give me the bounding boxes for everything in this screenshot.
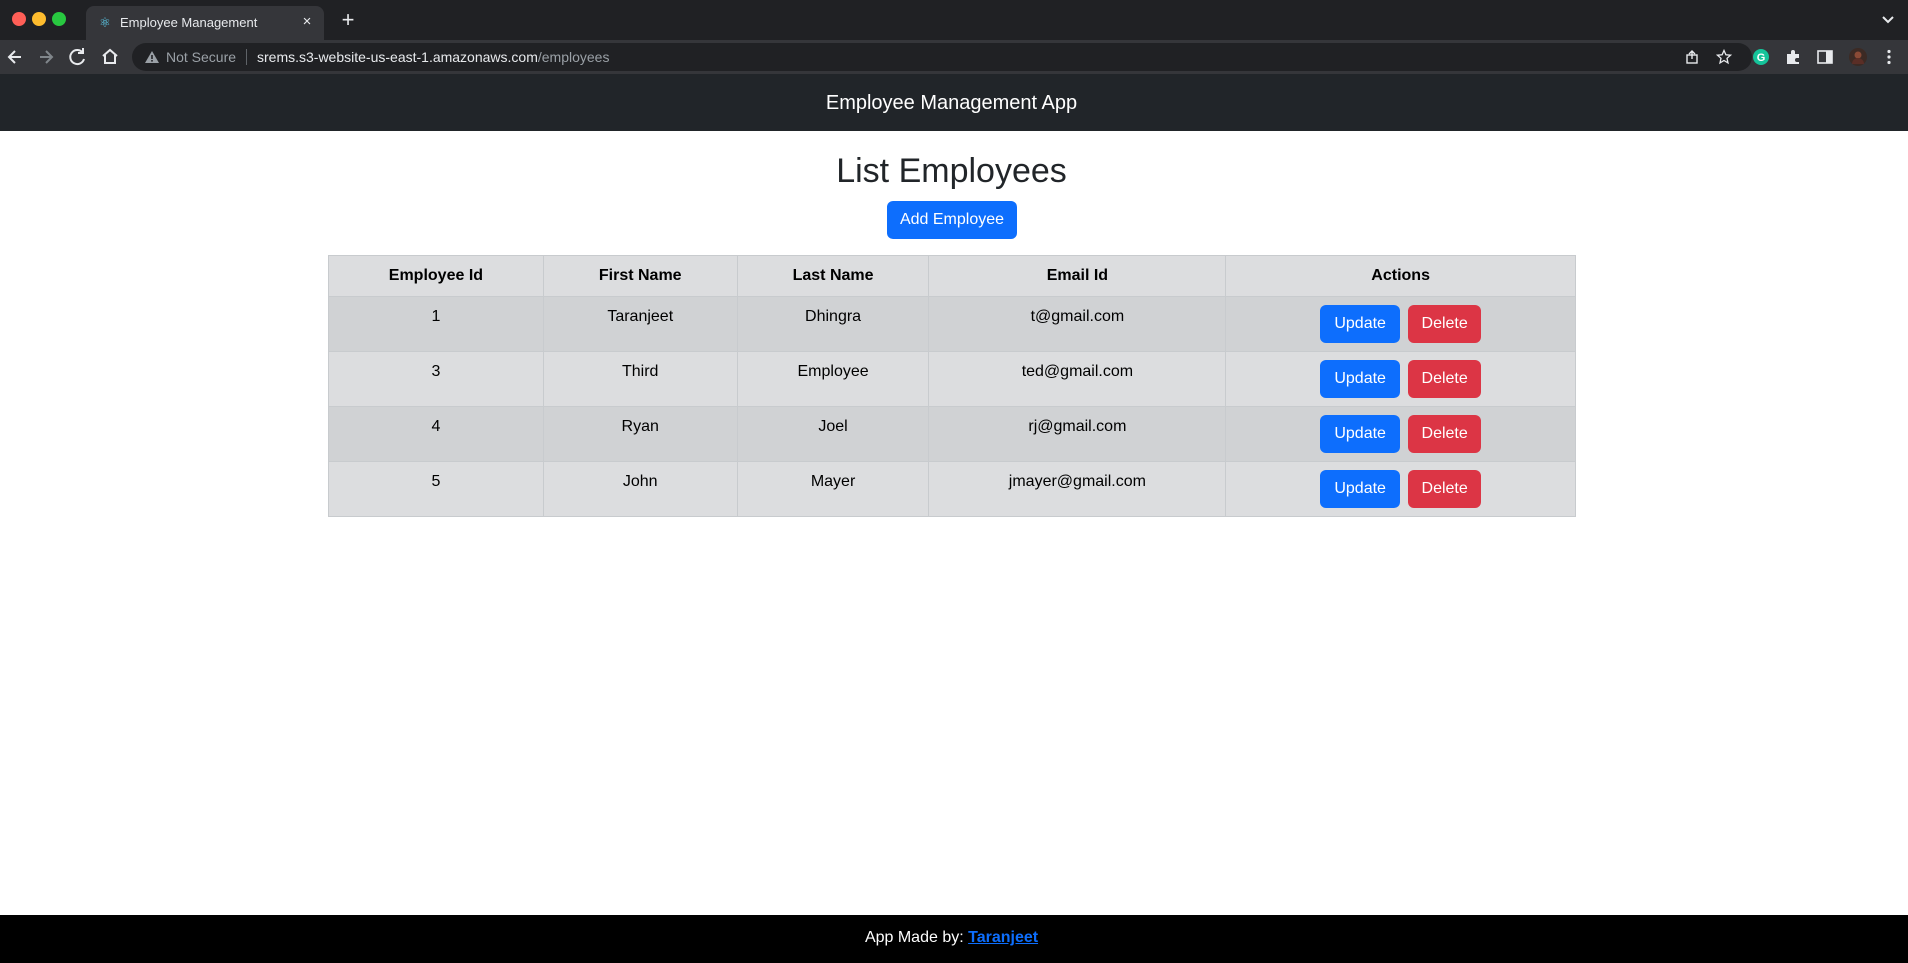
actions-cell: Update Delete bbox=[1225, 406, 1576, 462]
actions-cell: Update Delete bbox=[1225, 351, 1576, 407]
warning-icon[interactable] bbox=[144, 50, 160, 64]
delete-button[interactable]: Delete bbox=[1408, 360, 1482, 398]
kebab-menu-icon[interactable] bbox=[1880, 48, 1898, 66]
employee-id-cell: 4 bbox=[328, 406, 544, 462]
svg-text:G: G bbox=[1757, 52, 1766, 64]
table-row: 5 John Mayer jmayer@gmail.com Update Dele… bbox=[328, 461, 1576, 517]
extensions-icon[interactable] bbox=[1784, 48, 1802, 66]
employee-id-cell: 5 bbox=[328, 461, 544, 517]
not-secure-label[interactable]: Not Secure bbox=[166, 49, 236, 65]
maximize-window-button[interactable] bbox=[52, 12, 66, 26]
first-name-cell: Third bbox=[542, 351, 738, 407]
forward-arrow-icon[interactable] bbox=[33, 44, 59, 70]
home-icon[interactable] bbox=[97, 44, 123, 70]
employee-id-cell: 1 bbox=[328, 296, 544, 352]
email-cell: jmayer@gmail.com bbox=[928, 461, 1227, 517]
column-header-email-id: Email Id bbox=[928, 255, 1227, 297]
update-button[interactable]: Update bbox=[1320, 415, 1401, 453]
back-arrow-icon[interactable] bbox=[2, 44, 28, 70]
url-text[interactable]: srems.s3-website-us-east-1.amazonaws.com… bbox=[257, 49, 609, 65]
delete-button[interactable]: Delete bbox=[1408, 305, 1482, 343]
close-window-button[interactable] bbox=[12, 12, 26, 26]
first-name-cell: Ryan bbox=[542, 406, 738, 462]
url-host: srems.s3-website-us-east-1.amazonaws.com bbox=[257, 49, 538, 65]
update-button[interactable]: Update bbox=[1320, 305, 1401, 343]
first-name-cell: John bbox=[542, 461, 738, 517]
browser-titlebar: ⚛ Employee Management × + bbox=[0, 0, 1908, 40]
column-header-last-name: Last Name bbox=[736, 255, 930, 297]
address-divider bbox=[246, 49, 247, 65]
browser-tab[interactable]: ⚛ Employee Management × bbox=[86, 6, 324, 40]
table-row: 3 Third Employee ted@gmail.com Update Del… bbox=[328, 351, 1576, 407]
column-header-first-name: First Name bbox=[542, 255, 738, 297]
table-header-row: Employee Id First Name Last Name Email I… bbox=[328, 255, 1576, 297]
app-footer: App Made by: Taranjeet bbox=[0, 915, 1908, 963]
first-name-cell: Taranjeet bbox=[542, 296, 738, 352]
share-icon[interactable] bbox=[1684, 49, 1700, 65]
footer-prefix: App Made by: bbox=[864, 929, 969, 946]
page-title: List Employees bbox=[836, 152, 1067, 190]
url-path: /employees bbox=[537, 49, 610, 65]
address-bar[interactable]: Not Secure srems.s3-website-us-east-1.am… bbox=[132, 43, 1752, 71]
delete-button[interactable]: Delete bbox=[1408, 470, 1482, 508]
last-name-cell: Mayer bbox=[736, 461, 930, 517]
column-header-employee-id: Employee Id bbox=[328, 255, 544, 297]
footer-text: App Made by: Taranjeet bbox=[0, 929, 1903, 947]
add-employee-button[interactable]: Add Employee bbox=[887, 201, 1017, 239]
profile-avatar[interactable] bbox=[1849, 48, 1867, 66]
browser-toolbar: Not Secure srems.s3-website-us-east-1.am… bbox=[0, 40, 1908, 74]
footer-author-link[interactable]: Taranjeet bbox=[968, 929, 1038, 946]
column-header-actions: Actions bbox=[1225, 255, 1576, 297]
reload-icon[interactable] bbox=[65, 44, 91, 70]
last-name-cell: Employee bbox=[736, 351, 930, 407]
email-cell: ted@gmail.com bbox=[928, 351, 1227, 407]
last-name-cell: Dhingra bbox=[736, 296, 930, 352]
react-favicon-icon: ⚛ bbox=[99, 15, 111, 30]
tab-title: Employee Management bbox=[120, 15, 258, 30]
update-button[interactable]: Update bbox=[1320, 360, 1401, 398]
tab-close-icon[interactable]: × bbox=[298, 13, 316, 31]
email-cell: t@gmail.com bbox=[928, 296, 1227, 352]
star-icon[interactable] bbox=[1716, 49, 1732, 65]
employees-table: Employee Id First Name Last Name Email I… bbox=[328, 255, 1576, 517]
minimize-window-button[interactable] bbox=[32, 12, 46, 26]
table-row: 4 Ryan Joel rj@gmail.com Update Delete bbox=[328, 406, 1576, 462]
email-cell: rj@gmail.com bbox=[928, 406, 1227, 462]
actions-cell: Update Delete bbox=[1225, 296, 1576, 352]
delete-button[interactable]: Delete bbox=[1408, 415, 1482, 453]
employee-id-cell: 3 bbox=[328, 351, 544, 407]
last-name-cell: Joel bbox=[736, 406, 930, 462]
update-button[interactable]: Update bbox=[1320, 470, 1401, 508]
tab-search-chevron-icon[interactable] bbox=[1878, 10, 1898, 30]
grammarly-icon[interactable]: G bbox=[1752, 48, 1770, 66]
app-navbar: Employee Management App bbox=[0, 74, 1908, 131]
actions-cell: Update Delete bbox=[1225, 461, 1576, 517]
app-brand[interactable]: Employee Management App bbox=[0, 92, 1903, 115]
side-panel-icon[interactable] bbox=[1816, 48, 1834, 66]
new-tab-button[interactable]: + bbox=[336, 8, 360, 32]
table-row: 1 Taranjeet Dhingra t@gmail.com Update De… bbox=[328, 296, 1576, 352]
